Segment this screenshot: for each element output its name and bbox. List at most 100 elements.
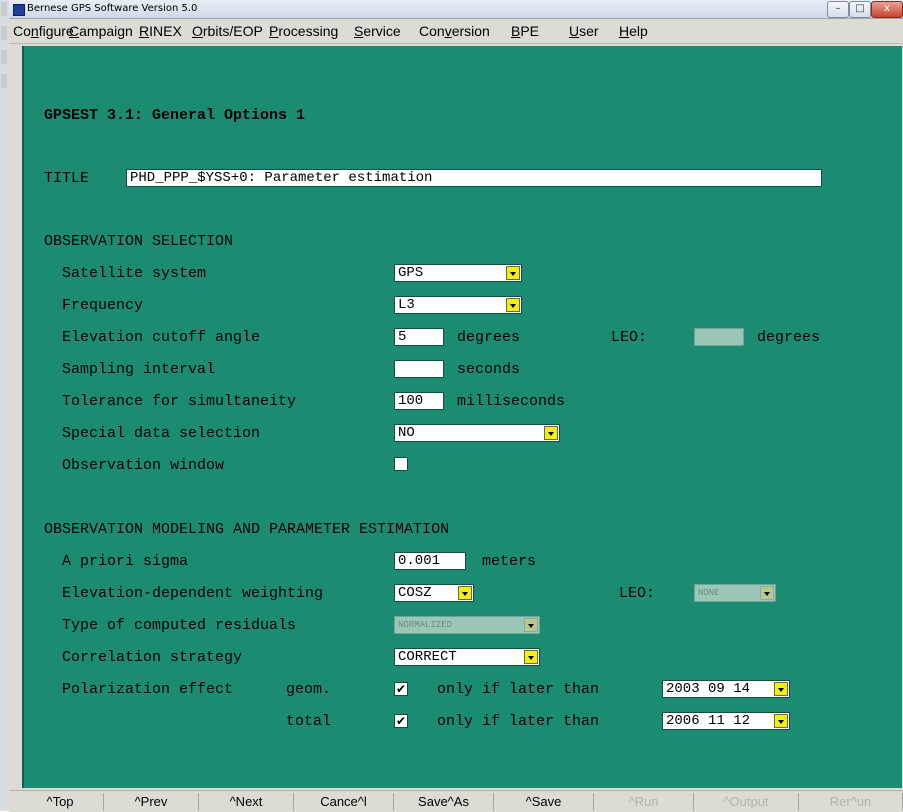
close-button[interactable]: x (871, 1, 903, 18)
tolerance-input[interactable]: 100 (394, 392, 444, 410)
app-icon (13, 4, 25, 16)
satellite-system-select[interactable]: GPS (394, 264, 522, 282)
elev-weighting-value: COSZ (398, 585, 432, 601)
menu-bpe[interactable]: BPE (511, 23, 539, 39)
menu-orbits-eop[interactable]: Orbits/EOP (192, 23, 263, 39)
edge-tab (1, 2, 7, 16)
a-priori-sigma-label: A priori sigma (62, 553, 189, 570)
satellite-system-value: GPS (398, 265, 424, 281)
title-label: TITLE (44, 170, 90, 187)
bottom-button-bar: ^Top ^Prev ^Next Cance^l Save^As ^Save ^Run ^Ou… (9, 790, 903, 812)
residuals-label: Type of computed residuals (62, 617, 297, 634)
button-output[interactable]: ^Output (694, 793, 799, 811)
title-bar[interactable]: Bernese GPS Software Version 5.0 – □ x (9, 0, 903, 19)
satellite-system-label: Satellite system (62, 265, 207, 282)
leo-weighting-value: NONE (698, 588, 720, 598)
polarization-geom-label: geom. (286, 681, 332, 698)
correlation-label: Correlation strategy (62, 649, 243, 666)
minimize-icon: – (835, 3, 841, 14)
form-panel: GPSEST 3.1: General Options 1 TITLE PHD_… (22, 46, 902, 788)
obs-modeling-section: OBSERVATION MODELING AND PARAMETER ESTIM… (44, 521, 450, 538)
elev-weighting-label: Elevation-dependent weighting (62, 585, 324, 602)
menu-user[interactable]: User (569, 23, 599, 39)
button-prev[interactable]: ^Prev (104, 793, 199, 811)
edge-tab (1, 26, 7, 40)
minimize-button[interactable]: – (827, 1, 849, 18)
button-save[interactable]: ^Save (494, 793, 594, 811)
chevron-down-icon[interactable] (774, 682, 788, 696)
button-top[interactable]: ^Top (17, 793, 104, 811)
button-cancel[interactable]: Cance^l (294, 793, 394, 811)
observation-window-checkbox[interactable] (394, 457, 408, 471)
a-priori-sigma-unit: meters (482, 553, 537, 570)
total-date-value: 2006 11 12 (666, 713, 751, 729)
chevron-down-icon[interactable] (760, 586, 774, 600)
tolerance-unit: milliseconds (457, 393, 566, 410)
check-icon: ✔ (395, 682, 407, 696)
special-data-value: NO (398, 425, 415, 441)
title-input[interactable]: PHD_PPP_$YSS+0: Parameter estimation (126, 169, 822, 187)
menu-rinex[interactable]: RINEX (139, 23, 182, 39)
button-saveas[interactable]: Save^As (394, 793, 494, 811)
close-icon: x (884, 3, 890, 14)
menu-configure[interactable]: Configure (13, 23, 74, 39)
leo-elevation-input[interactable] (694, 328, 744, 346)
special-data-select[interactable]: NO (394, 424, 560, 442)
chevron-down-icon[interactable] (524, 650, 538, 664)
observation-window-label: Observation window (62, 457, 225, 474)
chevron-down-icon[interactable] (524, 618, 538, 632)
only-if-later-total: only if later than (437, 713, 600, 730)
maximize-icon: □ (855, 3, 865, 14)
button-run[interactable]: ^Run (594, 793, 694, 811)
chevron-down-icon[interactable] (506, 298, 520, 312)
geom-date-value: 2003 09 14 (666, 681, 751, 697)
chevron-down-icon[interactable] (458, 586, 472, 600)
polarization-geom-checkbox[interactable]: ✔ (394, 682, 408, 696)
obs-selection-section: OBSERVATION SELECTION (44, 233, 234, 250)
residuals-select[interactable]: NORMALIZED (394, 616, 540, 634)
panel-heading: GPSEST 3.1: General Options 1 (44, 107, 306, 124)
residuals-value: NORMALIZED (398, 620, 453, 630)
window-title: Bernese GPS Software Version 5.0 (27, 3, 198, 14)
sampling-interval-label: Sampling interval (62, 361, 216, 378)
menu-bar: Configure Campaign RINEX Orbits/EOP Processi… (9, 19, 903, 44)
leo-elevation-unit: degrees (757, 329, 821, 346)
polarization-label: Polarization effect (62, 681, 234, 698)
elevation-cutoff-input[interactable]: 5 (394, 328, 444, 346)
chevron-down-icon[interactable] (774, 714, 788, 728)
button-rerun[interactable]: Rer^un (799, 793, 903, 811)
menu-processing[interactable]: Processing (269, 23, 338, 39)
elevation-cutoff-unit: degrees (457, 329, 521, 346)
special-data-label: Special data selection (62, 425, 261, 442)
sampling-interval-input[interactable] (394, 360, 444, 378)
correlation-select[interactable]: CORRECT (394, 648, 540, 666)
check-icon: ✔ (395, 714, 407, 728)
polarization-total-label: total (286, 713, 332, 730)
frequency-value: L3 (398, 297, 415, 313)
sampling-interval-unit: seconds (457, 361, 521, 378)
elev-weighting-select[interactable]: COSZ (394, 584, 474, 602)
total-date-select[interactable]: 2006 11 12 (662, 712, 790, 730)
menu-help[interactable]: Help (619, 23, 648, 39)
leo-weighting-label: LEO: (619, 585, 656, 602)
edge-tab (1, 74, 7, 88)
tolerance-label: Tolerance for simultaneity (62, 393, 297, 410)
button-next[interactable]: ^Next (199, 793, 294, 811)
polarization-total-checkbox[interactable]: ✔ (394, 714, 408, 728)
menu-campaign[interactable]: Campaign (69, 23, 133, 39)
geom-date-select[interactable]: 2003 09 14 (662, 680, 790, 698)
frequency-select[interactable]: L3 (394, 296, 522, 314)
edge-tab (1, 50, 7, 64)
only-if-later-geom: only if later than (437, 681, 600, 698)
chevron-down-icon[interactable] (544, 426, 558, 440)
app-window: Bernese GPS Software Version 5.0 – □ x C… (9, 0, 903, 812)
leo-weighting-select[interactable]: NONE (694, 584, 776, 602)
frequency-label: Frequency (62, 297, 144, 314)
menu-conversion[interactable]: Conversion (419, 23, 490, 39)
menu-service[interactable]: Service (354, 23, 401, 39)
leo-label: LEO: (611, 329, 648, 346)
a-priori-sigma-input[interactable]: 0.001 (394, 552, 466, 570)
maximize-button[interactable]: □ (849, 1, 871, 18)
correlation-value: CORRECT (398, 649, 457, 665)
chevron-down-icon[interactable] (506, 266, 520, 280)
